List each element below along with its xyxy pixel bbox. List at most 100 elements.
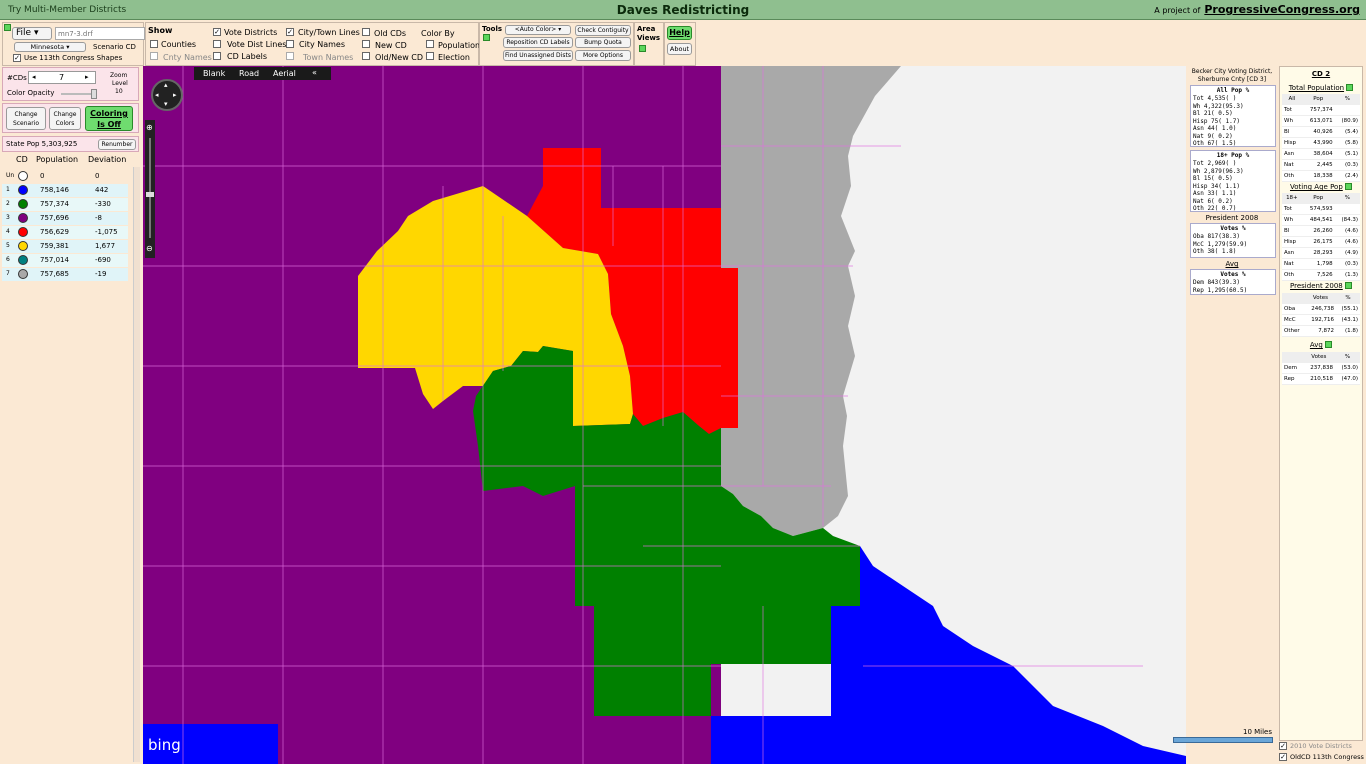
use113-checkbox[interactable]: ✓: [13, 54, 21, 62]
map-tab-aerial[interactable]: Aerial: [273, 69, 296, 78]
district-color-dot-icon[interactable]: [18, 241, 28, 251]
table-row: Bl 26,260 (4.6): [1282, 225, 1360, 237]
precinct-title-2: Sherburne Cnty [CD 3]: [1197, 76, 1267, 83]
auto-color-select[interactable]: <Auto Color> ▾: [505, 25, 571, 35]
zoom-in-icon[interactable]: ⊕: [146, 123, 153, 132]
town-names-checkbox[interactable]: [286, 52, 294, 60]
check-contiguity-button[interactable]: Check Contiguity: [575, 25, 631, 36]
cd-row[interactable]: 2 757,374 -330: [2, 198, 128, 211]
tools-expand-icon[interactable]: [483, 34, 490, 41]
old-cd-113-checkbox[interactable]: ✓: [1279, 753, 1287, 761]
map-tab-blank[interactable]: Blank: [203, 69, 225, 78]
district-color-dot-icon[interactable]: [18, 227, 28, 237]
cd-avg-header: Avg: [1280, 340, 1362, 349]
election-checkbox[interactable]: [426, 52, 434, 60]
zoom-track[interactable]: [149, 138, 151, 238]
precinct-table-row: Hisp 75( 1.7): [1193, 117, 1240, 125]
pan-up-icon[interactable]: ▴: [164, 81, 168, 89]
renumber-button[interactable]: Renumber: [98, 139, 136, 150]
vote-dist-lines-checkbox[interactable]: [213, 40, 221, 48]
precinct-table-header: Votes %: [1220, 271, 1246, 278]
scenario-label: Scenario CD: [93, 43, 136, 51]
table-cell: (43.1): [1336, 314, 1360, 326]
table-header-cell: Votes: [1304, 293, 1337, 304]
pan-right-icon[interactable]: ▸: [173, 91, 177, 99]
coloring-toggle-button[interactable]: Coloring Is Off: [85, 106, 133, 131]
table-header-cell: All: [1282, 94, 1302, 105]
vote-districts-checkbox[interactable]: ✓: [213, 28, 221, 36]
decrement-arrow-icon[interactable]: ◂: [32, 73, 36, 81]
old-cds-checkbox[interactable]: [362, 28, 370, 36]
new-cd-checkbox[interactable]: [362, 40, 370, 48]
precinct-table-header: Votes %: [1220, 225, 1246, 232]
left-scrollbar[interactable]: [133, 167, 140, 762]
file-menu-button[interactable]: File ▾: [12, 27, 52, 40]
expand-icon[interactable]: [1344, 282, 1352, 289]
cnty-names-checkbox[interactable]: [150, 52, 158, 60]
dropdown-arrow-icon: ▾: [558, 26, 562, 33]
district-color-dot-icon[interactable]: [18, 185, 28, 195]
cd-president-title: President 2008: [1290, 282, 1343, 290]
num-cds-spinner[interactable]: ◂ 7 ▸: [28, 71, 96, 84]
filename-input[interactable]: [55, 27, 145, 40]
cd-row[interactable]: 1 758,146 442: [2, 184, 128, 197]
pan-control[interactable]: ▴ ▾ ◂ ▸: [151, 79, 183, 111]
vap-title: Voting Age Pop: [1289, 183, 1343, 191]
district-color-dot-icon[interactable]: [18, 269, 28, 279]
cd-row[interactable]: 7 757,685 -19: [2, 268, 128, 281]
collapse-toggle-icon[interactable]: [4, 24, 11, 31]
table-header-row: 18+ Pop%: [1282, 193, 1360, 204]
table-row: McC 192,716 (43.1): [1282, 314, 1360, 326]
bump-quota-button[interactable]: Bump Quota: [575, 37, 631, 48]
counties-checkbox[interactable]: [150, 40, 158, 48]
map[interactable]: [143, 66, 1186, 764]
district-color-dot-icon[interactable]: [18, 199, 28, 209]
district-color-dot-icon[interactable]: [18, 171, 28, 181]
expand-icon[interactable]: [1346, 84, 1354, 91]
table-header-row: All Pop%: [1282, 94, 1360, 105]
area-views-expand-icon[interactable]: [639, 45, 646, 52]
change-scenario-button[interactable]: Change Scenario: [6, 107, 46, 130]
city-names-checkbox[interactable]: [286, 40, 294, 48]
table-row: Oba 246,738 (55.1): [1282, 303, 1360, 315]
find-unassigned-button[interactable]: Find Unassigned Dists: [503, 50, 573, 61]
old-new-cd-checkbox[interactable]: [362, 52, 370, 60]
table-cell: 26,175: [1301, 236, 1335, 248]
multi-member-link[interactable]: Try Multi-Member Districts: [8, 5, 126, 15]
pan-down-icon[interactable]: ▾: [164, 100, 168, 108]
bing-logo: bing: [148, 736, 181, 754]
zoom-thumb[interactable]: [146, 192, 154, 197]
map-canvas[interactable]: [143, 66, 1186, 764]
help-button[interactable]: Help: [667, 26, 692, 40]
table-cell: 246,738: [1304, 303, 1337, 315]
cd-row[interactable]: Un 0 0: [2, 170, 128, 183]
reposition-cd-labels-button[interactable]: Reposition CD Labels: [503, 37, 573, 48]
table-cell: (5.1): [1334, 148, 1360, 160]
cd-labels-checkbox[interactable]: [213, 52, 221, 60]
city-town-lines-checkbox[interactable]: ✓: [286, 28, 294, 36]
pan-left-icon[interactable]: ◂: [155, 91, 159, 99]
expand-icon[interactable]: [1325, 341, 1333, 348]
more-options-button[interactable]: More Options: [575, 50, 631, 61]
district-color-dot-icon[interactable]: [18, 213, 28, 223]
cd-row[interactable]: 3 757,696 -8: [2, 212, 128, 225]
opacity-slider-thumb[interactable]: [91, 89, 97, 99]
increment-arrow-icon[interactable]: ▸: [85, 73, 89, 81]
zoom-slider[interactable]: ⊕ ⊖: [145, 120, 155, 258]
map-tab-road[interactable]: Road: [239, 69, 259, 78]
cd-row[interactable]: 4 756,629 -1,075: [2, 226, 128, 239]
cd-row[interactable]: 5 759,381 1,677: [2, 240, 128, 253]
state-select[interactable]: Minnesota ▾: [14, 42, 86, 52]
cd-row[interactable]: 6 757,014 -690: [2, 254, 128, 267]
collapse-arrows-icon[interactable]: «: [312, 68, 317, 77]
change-colors-button[interactable]: Change Colors: [49, 107, 81, 130]
progressive-congress-link[interactable]: ProgressiveCongress.org: [1204, 3, 1360, 16]
expand-icon[interactable]: [1345, 183, 1353, 190]
about-button[interactable]: About: [667, 43, 692, 55]
precinct-table-row: Oth 67( 1.5): [1193, 140, 1237, 147]
population-checkbox[interactable]: [426, 40, 434, 48]
zoom-out-icon[interactable]: ⊖: [146, 244, 153, 253]
vote-districts-2010-checkbox[interactable]: ✓: [1279, 742, 1287, 750]
district-color-dot-icon[interactable]: [18, 255, 28, 265]
help-group: Help About: [664, 22, 696, 66]
